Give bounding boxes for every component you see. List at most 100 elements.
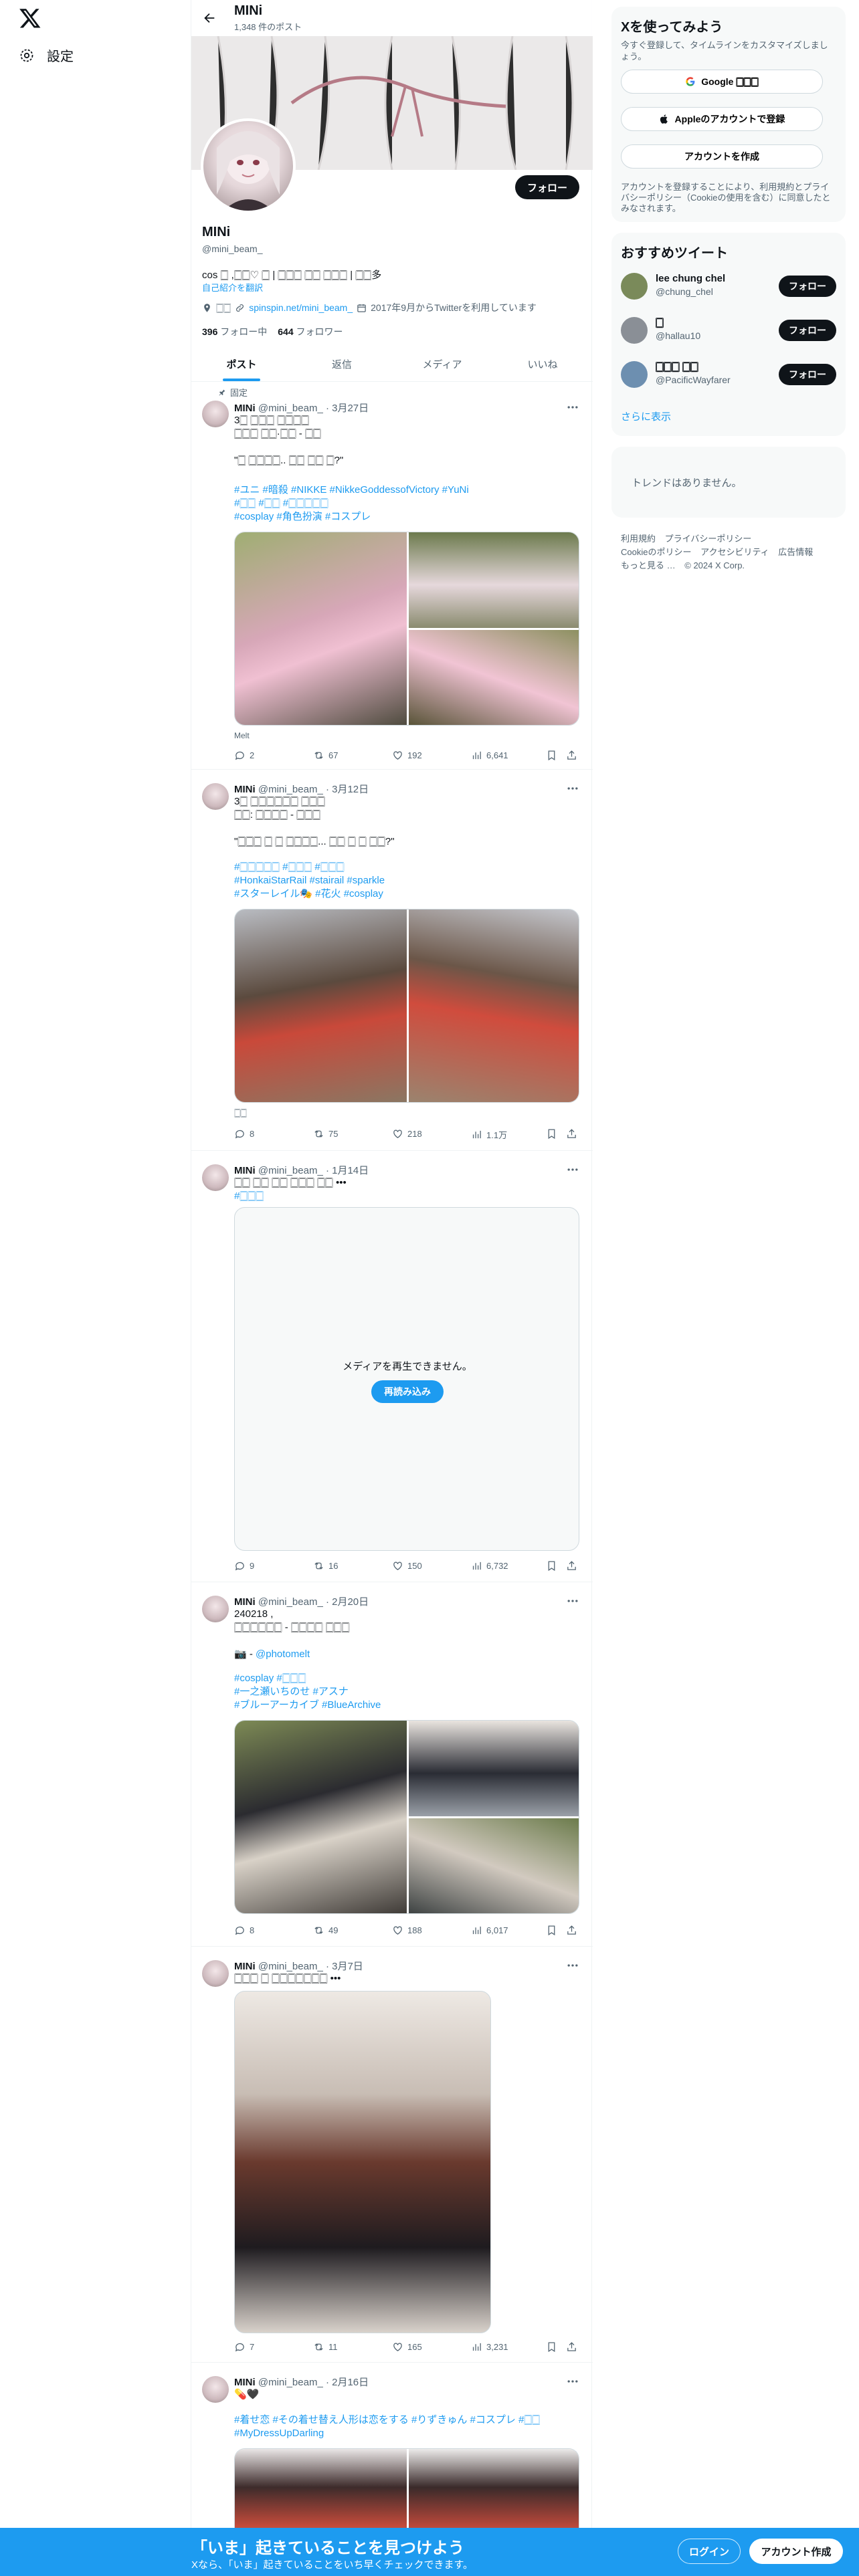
tweet[interactable]: MINi @mini_beam_ · 1月14日 🀆🀆 🀆🀆 🀆🀆 🀆🀆🀆 🀆🀆…	[191, 1151, 593, 1582]
tweet-date[interactable]: 3月27日	[332, 403, 369, 414]
tweet-date[interactable]: 3月7日	[332, 1961, 363, 1972]
tweet-media-grid[interactable]	[234, 1720, 579, 1914]
media-photo[interactable]	[409, 1721, 579, 1816]
tweet-date[interactable]: 2月20日	[332, 1596, 369, 1608]
photographer-mention[interactable]: @photomelt	[256, 1648, 310, 1660]
share-icon[interactable]	[566, 1925, 577, 1936]
repost-button[interactable]: 16	[313, 1560, 338, 1572]
tab-likes[interactable]: いいね	[492, 346, 593, 381]
tweet[interactable]: MINi @mini_beam_ · 3月12日 3🀆 🀆🀆🀆🀆🀆🀆 🀆🀆🀆 🀆…	[191, 770, 593, 1151]
follow-button[interactable]: フォロー	[779, 364, 836, 385]
media-photo[interactable]	[409, 909, 579, 1102]
tab-media[interactable]: メディア	[392, 346, 492, 381]
like-button[interactable]: 192	[392, 750, 422, 761]
footer-link[interactable]: 利用規約	[621, 534, 656, 544]
translate-bio-link[interactable]: 自己紹介を翻訳	[202, 281, 263, 294]
followers-stat[interactable]: 644 フォロワー	[278, 325, 343, 338]
views-button[interactable]: 6,017	[471, 1925, 508, 1936]
tweet-avatar[interactable]	[202, 2376, 229, 2403]
tweet-media-grid[interactable]	[234, 909, 579, 1103]
who-to-follow-item[interactable]: lee chung chel @chung_chel フォロー	[621, 267, 836, 305]
tweet-avatar[interactable]	[202, 401, 229, 427]
more-options-icon[interactable]	[566, 2375, 579, 2388]
avatar[interactable]	[621, 273, 648, 300]
tweet-author-name[interactable]: MINi	[234, 1165, 256, 1176]
follow-button[interactable]: フォロー	[779, 276, 836, 297]
tweet-author-handle[interactable]: @mini_beam_	[258, 403, 323, 414]
settings-nav-item[interactable]: 設定	[19, 45, 74, 65]
google-signup-button[interactable]: Google 🀆🀆🀆	[621, 70, 823, 94]
media-photo[interactable]	[235, 1721, 407, 1913]
more-options-icon[interactable]	[566, 401, 579, 414]
share-icon[interactable]	[566, 750, 577, 761]
tweet-date[interactable]: 1月14日	[332, 1165, 369, 1176]
bookmark-icon[interactable]	[546, 1925, 557, 1936]
media-photo[interactable]	[235, 909, 407, 1102]
tweet-date[interactable]: 3月12日	[332, 784, 369, 795]
footer-link[interactable]: アクセシビリティ	[700, 547, 769, 557]
media-photo[interactable]	[409, 532, 579, 628]
tweet-author-name[interactable]: MINi	[234, 1961, 256, 1972]
tab-replies[interactable]: 返信	[292, 346, 392, 381]
tweet-hashtags[interactable]: #着せ恋 #その着せ替え人形は恋をする #りずきゅん #コスプレ #🀆🀆 #My…	[234, 2413, 582, 2440]
reply-button[interactable]: 8	[234, 1128, 254, 1140]
like-button[interactable]: 165	[392, 2341, 422, 2353]
footer-link[interactable]: 広告情報	[778, 547, 813, 557]
repost-button[interactable]: 75	[313, 1128, 338, 1140]
tweet-media-photo[interactable]	[234, 1991, 491, 2333]
views-button[interactable]: 1.1万	[471, 1128, 507, 1141]
tab-posts[interactable]: ポスト	[191, 346, 292, 381]
share-icon[interactable]	[566, 2341, 577, 2353]
back-arrow-icon[interactable]	[202, 11, 217, 25]
bookmark-icon[interactable]	[546, 750, 557, 761]
tweet-author-name[interactable]: MINi	[234, 784, 256, 795]
reply-button[interactable]: 7	[234, 2341, 254, 2353]
views-button[interactable]: 6,641	[471, 750, 508, 761]
show-more-link[interactable]: さらに表示	[621, 409, 671, 423]
who-name[interactable]: 🀆	[656, 317, 664, 328]
tweet[interactable]: MINi @mini_beam_ · 3月7日 🀆🀆🀆 🀆 🀆🀆🀆🀆🀆🀆🀆 ••…	[191, 1947, 593, 2363]
follow-button[interactable]: フォロー	[515, 175, 579, 199]
tweet-hashtags[interactable]: #ユニ #暗殺 #NIKKE #NikkeGoddessofVictory #Y…	[234, 484, 582, 524]
reply-button[interactable]: 9	[234, 1560, 254, 1572]
profile-website-link[interactable]: spinspin.net/mini_beam_	[249, 302, 353, 313]
footer-link[interactable]: Cookieのポリシー	[621, 547, 691, 557]
who-to-follow-item[interactable]: 🀆 @hallau10 フォロー	[621, 312, 836, 349]
more-options-icon[interactable]	[566, 1594, 579, 1608]
views-button[interactable]: 3,231	[471, 2341, 508, 2353]
media-photo[interactable]	[235, 532, 407, 725]
footer-link[interactable]: もっと見る …	[621, 560, 676, 570]
tweet-hashtags[interactable]: #🀆🀆🀆🀆🀆 #🀆🀆🀆 #🀆🀆🀆 #HonkaiStarRail #staira…	[234, 861, 582, 901]
more-options-icon[interactable]	[566, 782, 579, 795]
share-icon[interactable]	[566, 1128, 577, 1140]
tweet-author-handle[interactable]: @mini_beam_	[258, 1596, 323, 1608]
tweet[interactable]: 固定 MINi @mini_beam_ · 3月27日 3🀆 🀆🀆🀆 🀆🀆🀆🀆 …	[191, 382, 593, 770]
tweet-avatar[interactable]	[202, 1596, 229, 1622]
tweet-date[interactable]: 2月16日	[332, 2377, 369, 2388]
media-photo[interactable]	[409, 630, 579, 725]
reply-button[interactable]: 8	[234, 1925, 254, 1936]
more-options-icon[interactable]	[566, 1163, 579, 1176]
avatar[interactable]	[621, 361, 648, 388]
x-logo-icon[interactable]	[19, 7, 41, 29]
tweet-hashtags[interactable]: #cosplay #🀆🀆🀆 #一之瀬いちのせ #アスナ #ブルーアーカイブ #B…	[234, 1672, 582, 1712]
like-button[interactable]: 150	[392, 1560, 422, 1572]
create-account-button[interactable]: アカウントを作成	[621, 144, 823, 169]
tweet-author-name[interactable]: MINi	[234, 1596, 256, 1608]
reply-button[interactable]: 2	[234, 750, 254, 761]
who-name[interactable]: 🀆🀆🀆 🀆🀆	[656, 361, 698, 372]
tweet[interactable]: MINi @mini_beam_ · 2月20日 240218 , 🀆🀆🀆🀆🀆🀆…	[191, 1582, 593, 1947]
repost-button[interactable]: 67	[313, 750, 338, 761]
profile-avatar[interactable]	[201, 118, 296, 213]
tweet-author-name[interactable]: MINi	[234, 403, 256, 414]
more-options-icon[interactable]	[566, 1959, 579, 1972]
video-player[interactable]: メディアを再生できません。 再読み込み	[234, 1207, 579, 1551]
tweet-author-handle[interactable]: @mini_beam_	[258, 1961, 323, 1972]
follow-button[interactable]: フォロー	[779, 320, 836, 341]
who-name[interactable]: lee chung chel	[656, 273, 725, 284]
avatar[interactable]	[621, 317, 648, 344]
tweet-avatar[interactable]	[202, 1960, 229, 1987]
tweet-author-handle[interactable]: @mini_beam_	[258, 2377, 323, 2388]
bookmark-icon[interactable]	[546, 1560, 557, 1572]
tweet-author-handle[interactable]: @mini_beam_	[258, 1165, 323, 1176]
